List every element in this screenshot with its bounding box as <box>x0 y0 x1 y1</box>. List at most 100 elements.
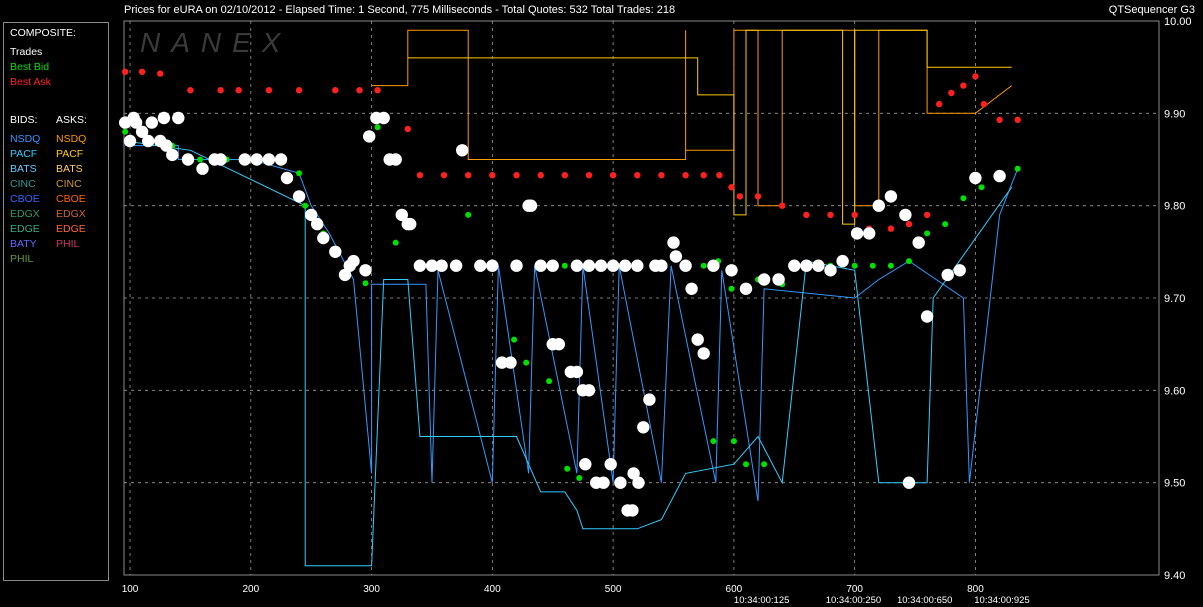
best-ask-point <box>217 87 224 94</box>
best-ask-point <box>122 68 129 76</box>
trade-point <box>788 259 801 272</box>
best-ask-point <box>736 193 744 200</box>
best-bid-point <box>465 211 472 218</box>
trade-point <box>582 384 596 397</box>
best-ask-point <box>295 87 303 94</box>
time-label: 10:34:00:925 <box>974 595 1029 606</box>
best-ask-point <box>682 172 689 179</box>
best-ask-point <box>779 202 786 209</box>
best-bid-point <box>564 465 571 472</box>
trade-point <box>238 153 251 166</box>
trade-point <box>637 421 650 434</box>
trade-point <box>546 259 559 272</box>
best-ask-point <box>700 172 707 179</box>
trade-point <box>142 134 155 148</box>
trade-point <box>614 476 627 489</box>
trade-point <box>679 259 692 272</box>
x-tick-label: 200 <box>242 584 259 595</box>
best-ask-point <box>537 172 544 179</box>
trade-point <box>655 259 668 272</box>
best-ask-point <box>851 211 858 219</box>
time-label: 10:34:00:250 <box>826 595 881 606</box>
best-bid-point <box>887 262 894 269</box>
trade-point <box>812 259 825 272</box>
best-bid-point <box>761 461 768 468</box>
best-bid-point <box>960 195 967 202</box>
best-bid-point <box>122 128 129 135</box>
best-ask-point <box>332 87 339 94</box>
best-bid-point <box>851 262 858 269</box>
y-tick-label: 9.70 <box>1164 293 1185 305</box>
trade-point <box>486 259 499 272</box>
best-ask-point <box>416 172 424 179</box>
trade-point <box>262 153 276 166</box>
best-ask-point <box>465 172 472 179</box>
best-ask-point <box>265 87 273 94</box>
trade-point <box>632 476 645 489</box>
y-tick-label: 9.80 <box>1164 201 1185 213</box>
x-tick-label: 300 <box>363 584 380 595</box>
best-ask-point <box>754 193 762 200</box>
best-ask-point <box>440 172 448 179</box>
trade-point <box>707 259 720 272</box>
best-bid-point <box>523 359 530 366</box>
trade-point <box>953 264 966 277</box>
x-tick-label: 400 <box>484 584 501 595</box>
best-bid-point <box>1014 165 1021 172</box>
trade-point <box>157 111 171 125</box>
time-label: 10:34:00:650 <box>897 595 952 606</box>
best-ask-point <box>716 172 723 179</box>
trade-point <box>757 273 771 286</box>
best-ask-point <box>960 82 967 89</box>
best-bid-point <box>511 336 518 343</box>
best-bid-point <box>743 461 749 468</box>
best-bid-point <box>197 156 204 163</box>
trade-point <box>363 130 376 143</box>
trade-point <box>413 259 427 272</box>
trade-point <box>317 231 330 245</box>
best-ask-point <box>187 87 194 94</box>
trade-point <box>626 504 639 517</box>
trade-point <box>739 282 753 295</box>
best-ask-point <box>404 125 411 133</box>
best-bid-point <box>576 475 583 481</box>
trade-point <box>691 333 704 346</box>
trade-point <box>606 259 620 272</box>
best-bid-point <box>561 262 568 269</box>
trade-point <box>800 259 813 272</box>
best-ask-point <box>235 87 242 94</box>
best-bid-point <box>362 280 369 287</box>
trade-point <box>504 356 517 369</box>
best-ask-point <box>980 100 988 108</box>
trade-point <box>292 190 306 203</box>
best-ask-point <box>887 225 895 232</box>
trade-point <box>474 259 487 272</box>
trade-point <box>597 476 610 489</box>
trade-point <box>872 199 885 212</box>
trade-point <box>669 250 683 263</box>
trade-point <box>250 153 263 166</box>
trade-point <box>311 217 324 231</box>
trade-point <box>510 259 523 272</box>
trade-point <box>619 259 632 272</box>
trade-point <box>912 236 925 249</box>
best-bid-point <box>700 262 707 269</box>
trade-point <box>570 365 584 379</box>
best-bid-point <box>302 202 309 209</box>
trade-point <box>456 144 469 157</box>
trade-point <box>579 458 592 471</box>
best-ask-point <box>827 211 834 219</box>
best-bid-point <box>546 378 553 385</box>
trade-point <box>604 458 617 471</box>
time-label: 10:34:00:125 <box>734 595 789 606</box>
best-ask-point <box>561 172 568 179</box>
trade-point <box>631 259 644 272</box>
trade-point <box>902 476 916 489</box>
trade-point <box>685 282 698 295</box>
best-ask-point <box>157 70 164 77</box>
trade-point <box>863 227 876 240</box>
trade-point <box>582 259 596 272</box>
best-bid-point <box>942 221 949 228</box>
trade-point <box>725 264 738 277</box>
trade-point <box>123 134 137 148</box>
